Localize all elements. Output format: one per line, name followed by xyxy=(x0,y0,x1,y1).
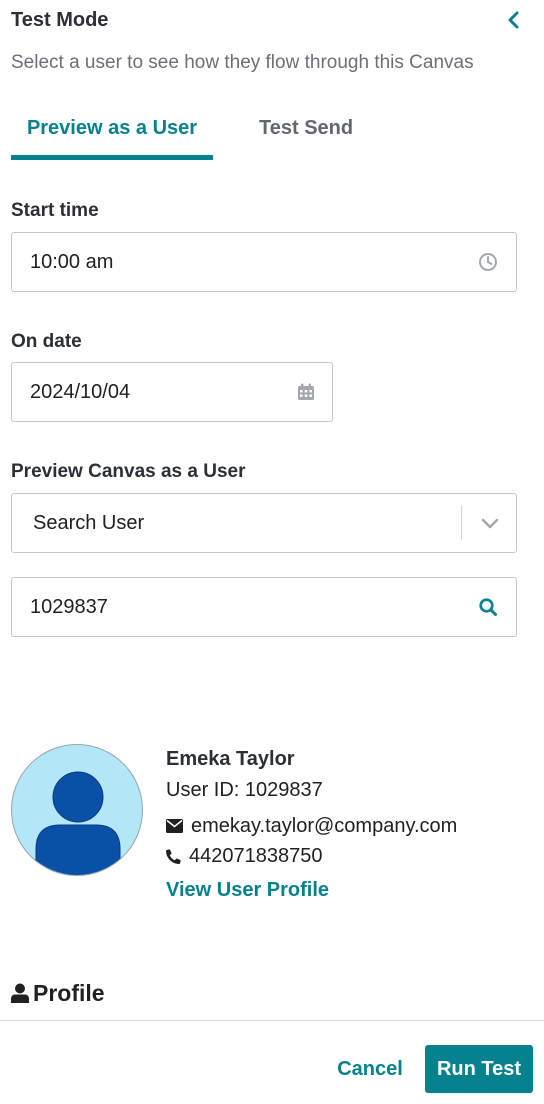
tab-test-send[interactable]: Test Send xyxy=(259,108,353,160)
search-user-select-value: Search User xyxy=(33,512,145,534)
panel-subtitle: Select a user to see how they flow throu… xyxy=(11,52,474,73)
user-avatar-icon xyxy=(35,771,121,875)
user-name: Emeka Taylor xyxy=(166,748,295,770)
view-user-profile-link[interactable]: View User Profile xyxy=(166,875,536,905)
user-email: emekay.taylor@company.com xyxy=(166,811,536,841)
tab-bar: Preview as a User Test Send xyxy=(11,108,531,160)
chevron-down-icon xyxy=(481,518,499,529)
envelope-icon xyxy=(166,819,183,833)
footer-divider xyxy=(0,1020,544,1021)
user-search-value: 1029837 xyxy=(30,596,108,618)
start-time-label: Start time xyxy=(11,200,99,221)
start-time-input[interactable]: 10:00 am xyxy=(11,232,517,292)
search-user-select[interactable]: Search User xyxy=(11,493,517,553)
profile-section-label: Profile xyxy=(33,979,105,1006)
on-date-input[interactable]: 2024/10/04 xyxy=(11,362,333,422)
panel-title: Test Mode xyxy=(11,9,109,31)
test-mode-panel: Test Mode Select a user to see how they … xyxy=(0,0,544,1104)
calendar-icon xyxy=(298,383,314,400)
user-id: User ID: 1029837 xyxy=(166,779,323,801)
user-phone-text: 442071838750 xyxy=(189,845,323,867)
collapse-button[interactable] xyxy=(504,10,524,30)
panel-header: Test Mode xyxy=(11,6,524,34)
profile-section-header: Profile xyxy=(11,978,105,1008)
select-divider xyxy=(461,506,462,540)
chevron-left-icon xyxy=(508,11,519,29)
search-icon[interactable] xyxy=(478,597,498,617)
on-date-label: On date xyxy=(11,331,82,352)
run-test-button[interactable]: Run Test xyxy=(425,1045,533,1093)
cancel-button[interactable]: Cancel xyxy=(326,1046,414,1092)
user-email-text: emekay.taylor@company.com xyxy=(191,815,458,837)
user-phone: 442071838750 xyxy=(166,841,536,871)
clock-icon xyxy=(479,253,497,271)
preview-user-label: Preview Canvas as a User xyxy=(11,461,246,482)
user-search-input[interactable]: 1029837 xyxy=(11,577,517,637)
phone-icon xyxy=(166,848,181,864)
user-info: Emeka Taylor User ID: 1029837 emekay.tay… xyxy=(166,744,536,905)
user-icon xyxy=(11,983,29,1003)
tab-preview-as-user[interactable]: Preview as a User xyxy=(11,108,213,160)
on-date-value: 2024/10/04 xyxy=(30,381,131,403)
avatar xyxy=(11,744,143,876)
start-time-value: 10:00 am xyxy=(30,251,114,273)
